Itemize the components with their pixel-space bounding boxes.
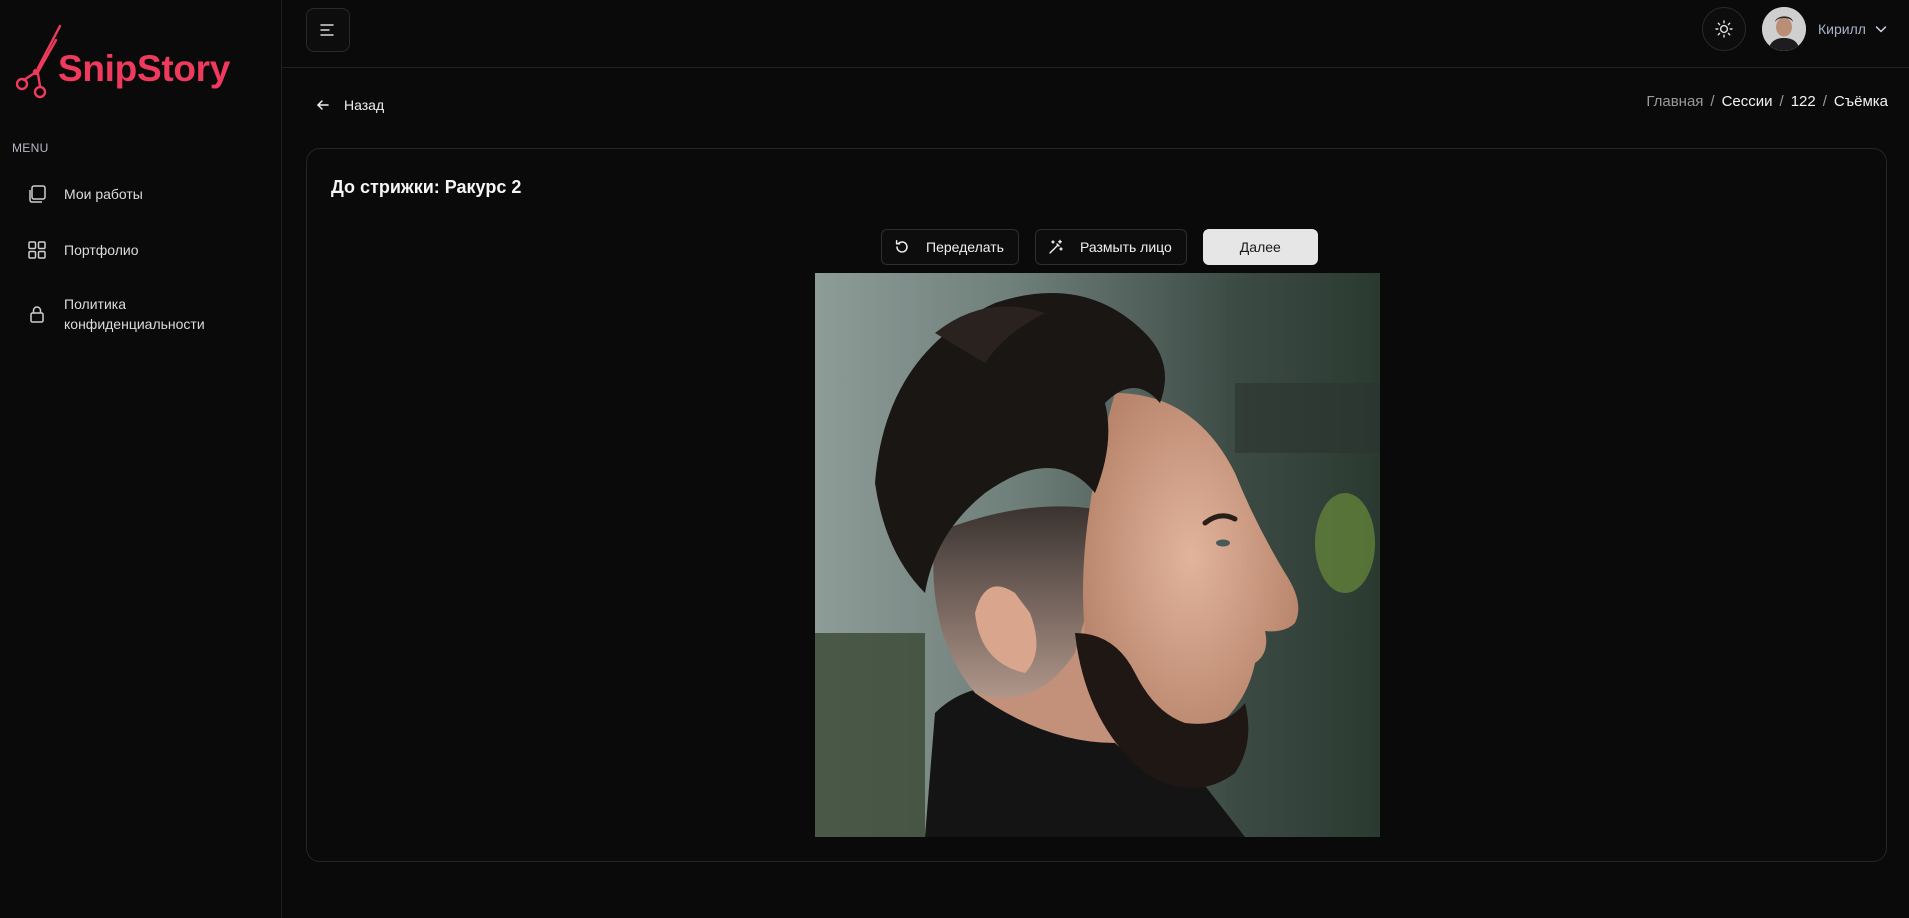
breadcrumb-item-session-id[interactable]: 122 <box>1791 93 1816 110</box>
page-title: До стрижки: Ракурс 2 <box>331 177 522 197</box>
user-name: Кирилл <box>1818 21 1866 37</box>
breadcrumb: Главная / Сессии / 122 / Съёмка <box>1646 93 1888 110</box>
sidebar-item-label: Политика конфиденциальности <box>64 296 205 332</box>
back-link[interactable]: Назад <box>316 97 384 113</box>
breadcrumb-item-home[interactable]: Главная <box>1646 93 1703 110</box>
haircut-photo <box>815 273 1380 837</box>
user-menu[interactable]: Кирилл <box>1762 7 1888 51</box>
next-label: Далее <box>1239 239 1281 255</box>
breadcrumb-separator: / <box>1822 93 1827 110</box>
sidebar-item-portfolio[interactable]: Портфолио <box>12 222 270 278</box>
sidebar-item-my-works[interactable]: Мои работы <box>12 166 270 222</box>
photo-actions: Переделать Размыть лицо Далее <box>881 229 1318 265</box>
blur-face-button[interactable]: Размыть лицо <box>1034 229 1187 265</box>
sidebar-item-privacy-policy[interactable]: Политика конфиденциальности <box>12 278 270 350</box>
sun-icon <box>1715 20 1733 38</box>
top-bar: Кирилл <box>282 0 1909 68</box>
menu-toggle-button[interactable] <box>306 8 350 52</box>
sidebar-nav: Мои работы Портфолио Политика конфиденци… <box>12 166 270 350</box>
next-button[interactable]: Далее <box>1202 229 1318 265</box>
sidebar: SnipStory MENU Мои работы Портфолио Поли… <box>0 0 282 918</box>
scissors-icon <box>16 24 62 99</box>
lock-icon <box>26 303 48 325</box>
blur-face-label: Размыть лицо <box>1079 239 1172 255</box>
breadcrumb-separator: / <box>1710 93 1715 110</box>
stacked-pages-icon <box>26 183 48 205</box>
arrow-left-icon <box>316 98 330 112</box>
sidebar-item-label: Портфолио <box>64 242 139 258</box>
brand-logo[interactable]: SnipStory <box>16 22 256 108</box>
theme-toggle-button[interactable] <box>1702 7 1746 51</box>
menu-label: MENU <box>12 141 49 155</box>
hamburger-icon <box>320 24 334 36</box>
breadcrumb-separator: / <box>1779 93 1784 110</box>
photo-card: До стрижки: Ракурс 2 Переделать Размыть … <box>306 148 1887 862</box>
breadcrumb-item-sessions[interactable]: Сессии <box>1722 93 1773 110</box>
breadcrumb-item-current: Съёмка <box>1833 93 1888 110</box>
avatar[interactable] <box>1762 7 1806 51</box>
back-label: Назад <box>344 97 385 113</box>
sidebar-item-label: Мои работы <box>64 186 143 202</box>
chevron-down-icon <box>1875 26 1887 33</box>
redo-label: Переделать <box>926 239 1004 255</box>
redo-button[interactable]: Переделать <box>881 229 1019 265</box>
rotate-ccw-icon <box>894 239 910 255</box>
magic-wand-icon <box>1048 239 1064 255</box>
brand-name: SnipStory <box>58 48 231 89</box>
grid-icon <box>26 239 48 261</box>
